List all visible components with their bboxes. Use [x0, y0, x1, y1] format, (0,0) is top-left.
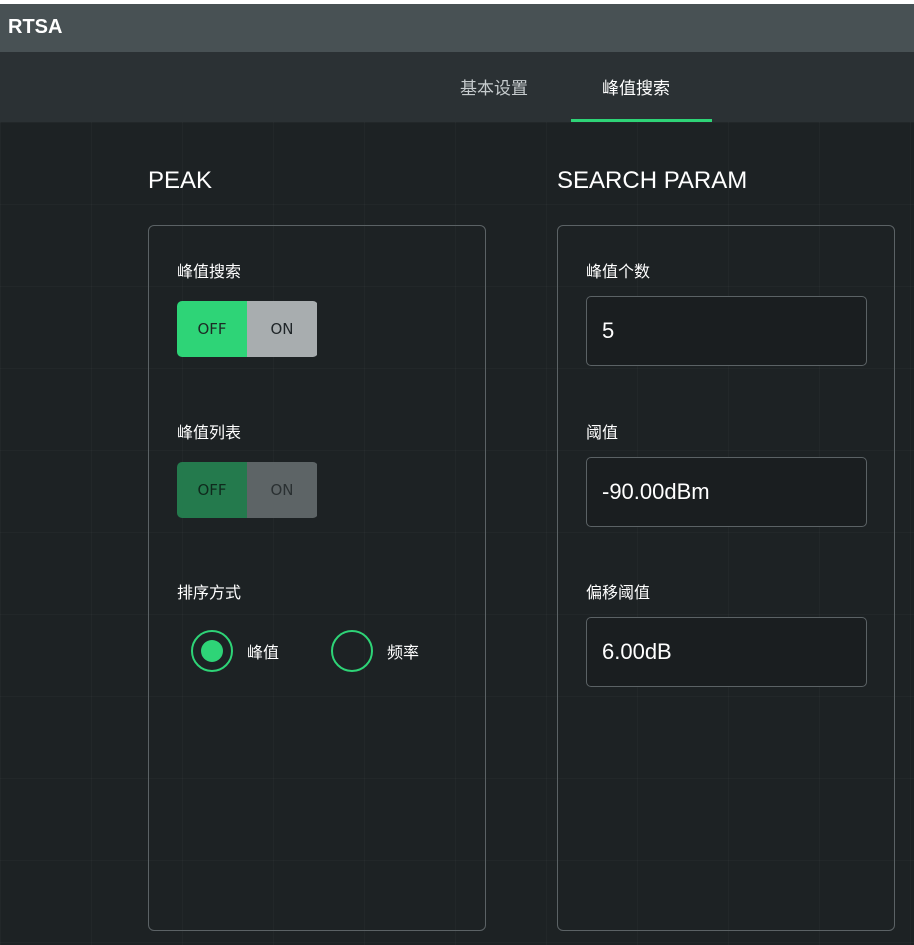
window-title: RTSA	[8, 16, 63, 38]
radio-selected-icon	[191, 630, 233, 672]
threshold-input[interactable]: -90.00dBm	[586, 457, 867, 527]
search-param-panel: 峰值个数 5 阈值 -90.00dBm 偏移阈值 6.00dB	[557, 225, 895, 931]
sort-by-peak-label: 峰值	[247, 643, 280, 662]
tab-bar: 基本设置 峰值搜索	[0, 52, 914, 122]
peak-list-label: 峰值列表	[177, 423, 242, 442]
peak-search-toggle[interactable]: OFF ON	[177, 301, 318, 357]
offset-threshold-label: 偏移阈值	[586, 583, 651, 602]
peak-section-title: PEAK	[148, 167, 213, 194]
peak-search-on-option[interactable]: ON	[247, 301, 317, 357]
sort-by-peak-radio[interactable]: 峰值	[191, 630, 279, 672]
peak-search-off-option[interactable]: OFF	[177, 301, 247, 357]
peak-count-input[interactable]: 5	[586, 296, 867, 366]
title-bar: RTSA	[0, 4, 914, 52]
content-area: PEAK 峰值搜索 OFF ON 峰值列表 OFF ON 排序方式 峰值 频率	[0, 122, 914, 945]
peak-list-off-option[interactable]: OFF	[177, 462, 247, 518]
peak-list-on-option[interactable]: ON	[247, 462, 317, 518]
peak-panel: 峰值搜索 OFF ON 峰值列表 OFF ON 排序方式 峰值 频率	[148, 225, 486, 931]
offset-threshold-input[interactable]: 6.00dB	[586, 617, 867, 687]
peak-search-label: 峰值搜索	[177, 262, 242, 281]
tab-peak-search[interactable]: 峰值搜索	[602, 74, 670, 99]
search-param-section-title: SEARCH PARAM	[557, 167, 748, 194]
sort-by-frequency-label: 频率	[387, 643, 420, 662]
rtsa-app: RTSA 基本设置 峰值搜索 PEAK 峰值搜索 OFF ON 峰值列表 OFF…	[0, 4, 914, 945]
sort-mode-label: 排序方式	[177, 583, 242, 602]
sort-by-frequency-radio[interactable]: 频率	[331, 630, 419, 672]
radio-unselected-icon	[331, 630, 373, 672]
threshold-label: 阈值	[586, 423, 619, 442]
peak-count-label: 峰值个数	[586, 262, 651, 281]
tab-basic-settings[interactable]: 基本设置	[460, 74, 528, 99]
peak-list-toggle[interactable]: OFF ON	[177, 462, 318, 518]
